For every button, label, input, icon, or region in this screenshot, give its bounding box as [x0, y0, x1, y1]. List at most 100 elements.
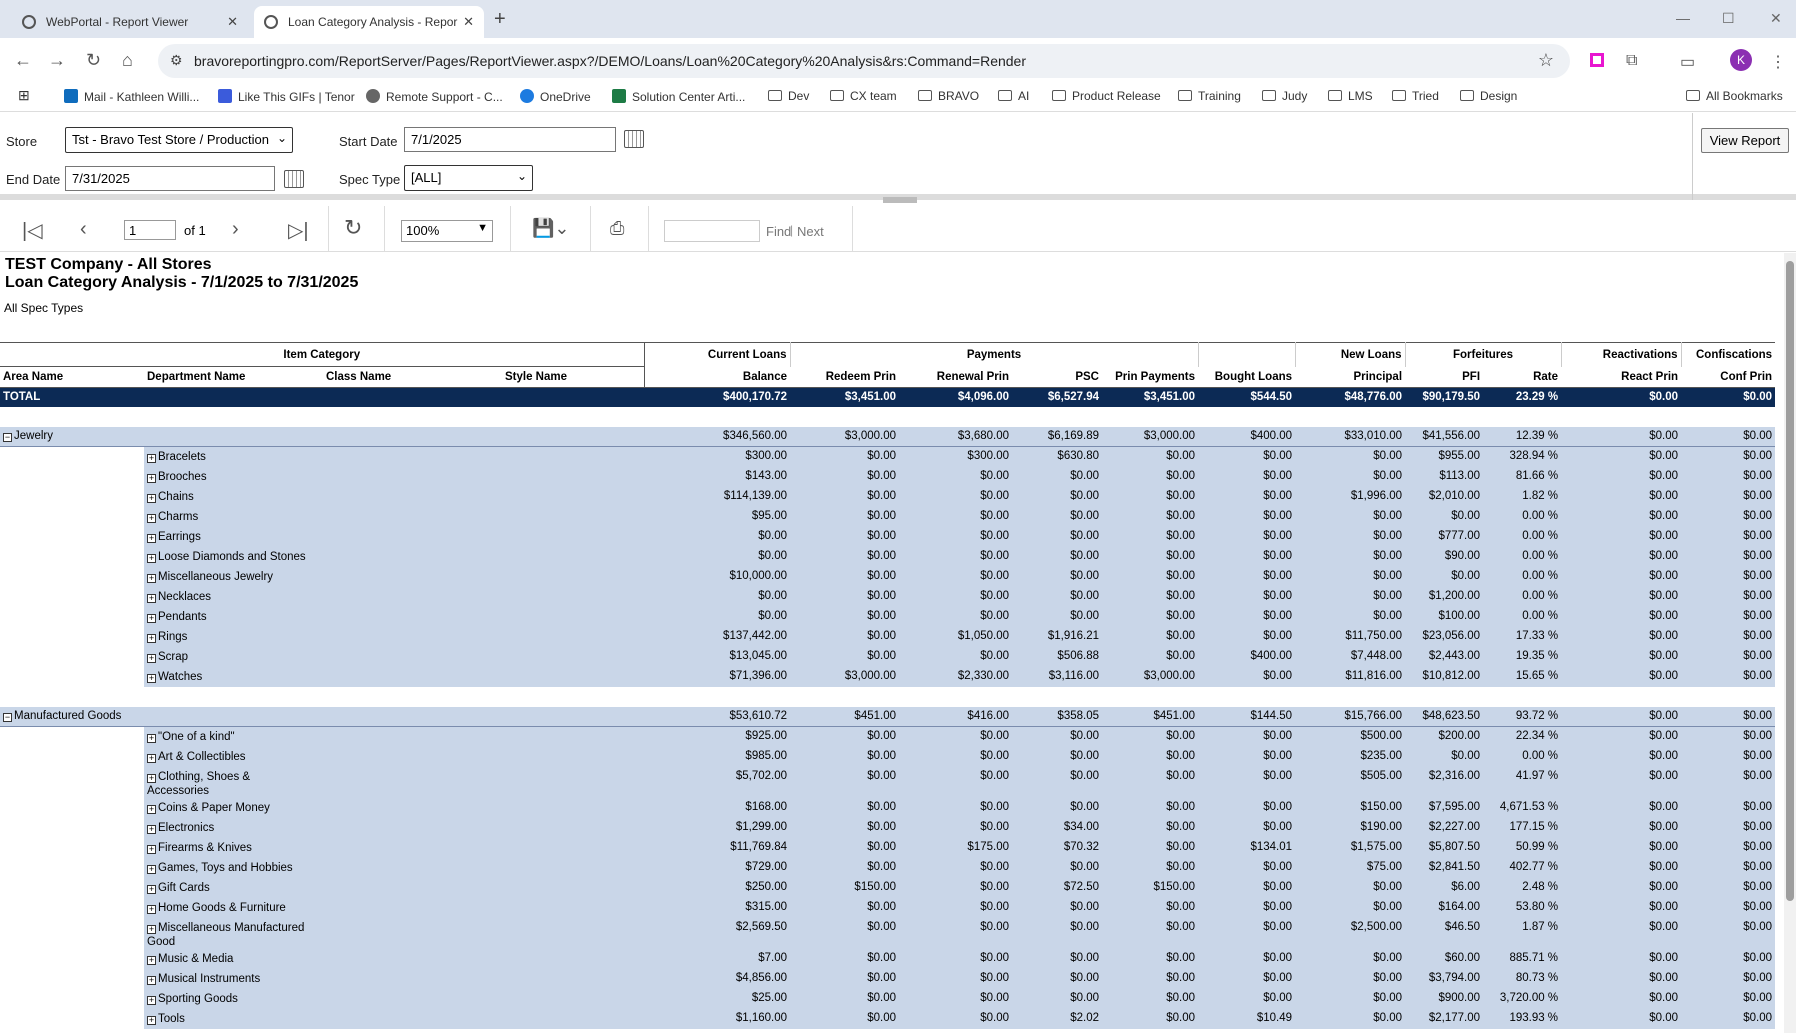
- extensions-puzzle-icon[interactable]: ⧉: [1626, 52, 1637, 70]
- expand-toggle-icon[interactable]: +: [147, 995, 156, 1005]
- department-cell[interactable]: + Coins & Paper Money: [144, 797, 644, 818]
- bookmark-folder-cx-team[interactable]: CX team: [830, 89, 897, 103]
- expand-toggle-icon[interactable]: +: [147, 513, 156, 523]
- department-cell[interactable]: + Miscellaneous Jewelry: [144, 566, 644, 587]
- department-cell[interactable]: + Earrings: [144, 526, 644, 547]
- view-report-button[interactable]: View Report: [1701, 128, 1789, 153]
- reload-icon[interactable]: ↻: [86, 50, 101, 71]
- first-page-icon[interactable]: |◁: [22, 218, 43, 243]
- expand-toggle-icon[interactable]: +: [147, 573, 156, 583]
- expand-toggle-icon[interactable]: +: [147, 613, 156, 623]
- bookmark-folder-design[interactable]: Design: [1460, 89, 1517, 103]
- back-icon[interactable]: ←: [14, 50, 32, 71]
- bookmark-onedrive[interactable]: OneDrive: [520, 89, 591, 104]
- new-tab-button[interactable]: +: [494, 8, 506, 31]
- store-select[interactable]: Tst - Bravo Test Store / Production ⌄: [65, 127, 293, 153]
- department-cell[interactable]: + Tools: [144, 1008, 644, 1029]
- collapse-toggle-icon[interactable]: −: [3, 713, 12, 723]
- expand-toggle-icon[interactable]: +: [147, 533, 156, 543]
- department-cell[interactable]: + "One of a kind": [144, 726, 644, 747]
- expand-toggle-icon[interactable]: +: [147, 1015, 156, 1025]
- department-cell[interactable]: + Firearms & Knives: [144, 837, 644, 858]
- next-link[interactable]: Next: [797, 224, 824, 239]
- zoom-select[interactable]: 100% ▼: [401, 220, 493, 242]
- bookmark-star-icon[interactable]: ☆: [1538, 50, 1554, 71]
- collapse-toggle-icon[interactable]: −: [3, 433, 12, 443]
- bookmark-gifs[interactable]: Like This GIFs | Tenor: [218, 89, 355, 104]
- last-page-icon[interactable]: ▷|: [288, 218, 309, 243]
- find-link[interactable]: Find: [766, 224, 791, 239]
- bookmark-folder-training[interactable]: Training: [1178, 89, 1241, 103]
- browser-tab-webportal[interactable]: WebPortal - Report Viewer ✕: [12, 6, 248, 38]
- spec-type-select[interactable]: [ALL] ⌄: [404, 165, 533, 191]
- refresh-icon[interactable]: ↻: [344, 215, 362, 241]
- expand-toggle-icon[interactable]: +: [147, 884, 156, 894]
- expand-toggle-icon[interactable]: +: [147, 904, 156, 914]
- next-page-icon[interactable]: ›: [232, 218, 239, 241]
- forward-icon[interactable]: →: [48, 50, 66, 71]
- expand-toggle-icon[interactable]: +: [147, 975, 156, 985]
- department-cell[interactable]: + Loose Diamonds and Stones: [144, 546, 644, 567]
- department-cell[interactable]: + Gift Cards: [144, 877, 644, 898]
- extension-icon[interactable]: [1590, 53, 1604, 67]
- expand-toggle-icon[interactable]: +: [147, 804, 156, 814]
- expand-toggle-icon[interactable]: +: [147, 773, 156, 783]
- browser-tab-loan-category[interactable]: Loan Category Analysis - Repor ✕: [254, 6, 484, 38]
- menu-kebab-icon[interactable]: ⋮: [1770, 52, 1786, 72]
- expand-toggle-icon[interactable]: +: [147, 473, 156, 483]
- expand-toggle-icon[interactable]: +: [147, 653, 156, 663]
- bookmark-folder-lms[interactable]: LMS: [1328, 89, 1373, 103]
- expand-toggle-icon[interactable]: +: [147, 734, 156, 743]
- bookmark-mail[interactable]: Mail - Kathleen Willi...: [64, 89, 199, 104]
- previous-page-icon[interactable]: ‹: [80, 218, 87, 241]
- bookmark-folder-ai[interactable]: AI: [998, 89, 1029, 103]
- expand-toggle-icon[interactable]: +: [147, 553, 156, 563]
- department-cell[interactable]: + Home Goods & Furniture: [144, 897, 644, 918]
- maximize-icon[interactable]: ☐: [1722, 10, 1735, 27]
- bookmark-solution-center[interactable]: Solution Center Arti...: [612, 89, 745, 104]
- bookmark-folder-bravo[interactable]: BRAVO: [918, 89, 979, 103]
- department-cell[interactable]: + Chains: [144, 486, 644, 507]
- print-icon[interactable]: ⎙: [610, 218, 624, 239]
- department-cell[interactable]: + Watches: [144, 666, 644, 687]
- page-number-input[interactable]: [124, 220, 176, 240]
- expand-toggle-icon[interactable]: +: [147, 493, 156, 503]
- url-input[interactable]: ⚙ bravoreportingpro.com/ReportServer/Pag…: [158, 44, 1570, 78]
- apps-grid-icon[interactable]: ⊞: [18, 87, 30, 104]
- parameter-collapse-handle[interactable]: [883, 197, 917, 203]
- department-cell[interactable]: + Musical Instruments: [144, 968, 644, 989]
- bookmark-remote-support[interactable]: Remote Support - C...: [366, 89, 503, 104]
- department-cell[interactable]: + Miscellaneous Manufactured Good: [144, 917, 644, 949]
- category-cell[interactable]: − Manufactured Goods: [0, 706, 644, 727]
- department-cell[interactable]: + Pendants: [144, 606, 644, 627]
- department-cell[interactable]: + Clothing, Shoes & Accessories: [144, 766, 644, 798]
- end-date-input[interactable]: [65, 166, 275, 191]
- scrollbar-thumb[interactable]: [1786, 261, 1794, 901]
- start-date-input[interactable]: [404, 127, 616, 152]
- expand-toggle-icon[interactable]: +: [147, 454, 156, 463]
- avatar[interactable]: K: [1730, 49, 1752, 71]
- save-export-icon[interactable]: 💾⌄: [532, 218, 570, 239]
- expand-toggle-icon[interactable]: +: [147, 955, 156, 965]
- minimize-icon[interactable]: —: [1676, 10, 1690, 26]
- tab-search-icon[interactable]: ▭: [1680, 52, 1695, 72]
- bookmark-folder-tried[interactable]: Tried: [1392, 89, 1439, 103]
- window-close-icon[interactable]: ✕: [1770, 10, 1782, 27]
- expand-toggle-icon[interactable]: +: [147, 633, 156, 643]
- bookmark-folder-judy[interactable]: Judy: [1262, 89, 1307, 103]
- department-cell[interactable]: + Brooches: [144, 466, 644, 487]
- expand-toggle-icon[interactable]: +: [147, 673, 156, 683]
- department-cell[interactable]: + Bracelets: [144, 446, 644, 467]
- expand-toggle-icon[interactable]: +: [147, 924, 156, 934]
- department-cell[interactable]: + Music & Media: [144, 948, 644, 969]
- site-info-icon[interactable]: ⚙: [170, 52, 183, 69]
- expand-toggle-icon[interactable]: +: [147, 844, 156, 854]
- expand-toggle-icon[interactable]: +: [147, 593, 156, 603]
- department-cell[interactable]: + Scrap: [144, 646, 644, 667]
- expand-toggle-icon[interactable]: +: [147, 753, 156, 763]
- bookmark-folder-product-release[interactable]: Product Release: [1052, 89, 1161, 103]
- department-cell[interactable]: + Necklaces: [144, 586, 644, 607]
- department-cell[interactable]: + Sporting Goods: [144, 988, 644, 1009]
- report-scrollbar[interactable]: [1784, 253, 1796, 1033]
- find-input[interactable]: [664, 220, 760, 242]
